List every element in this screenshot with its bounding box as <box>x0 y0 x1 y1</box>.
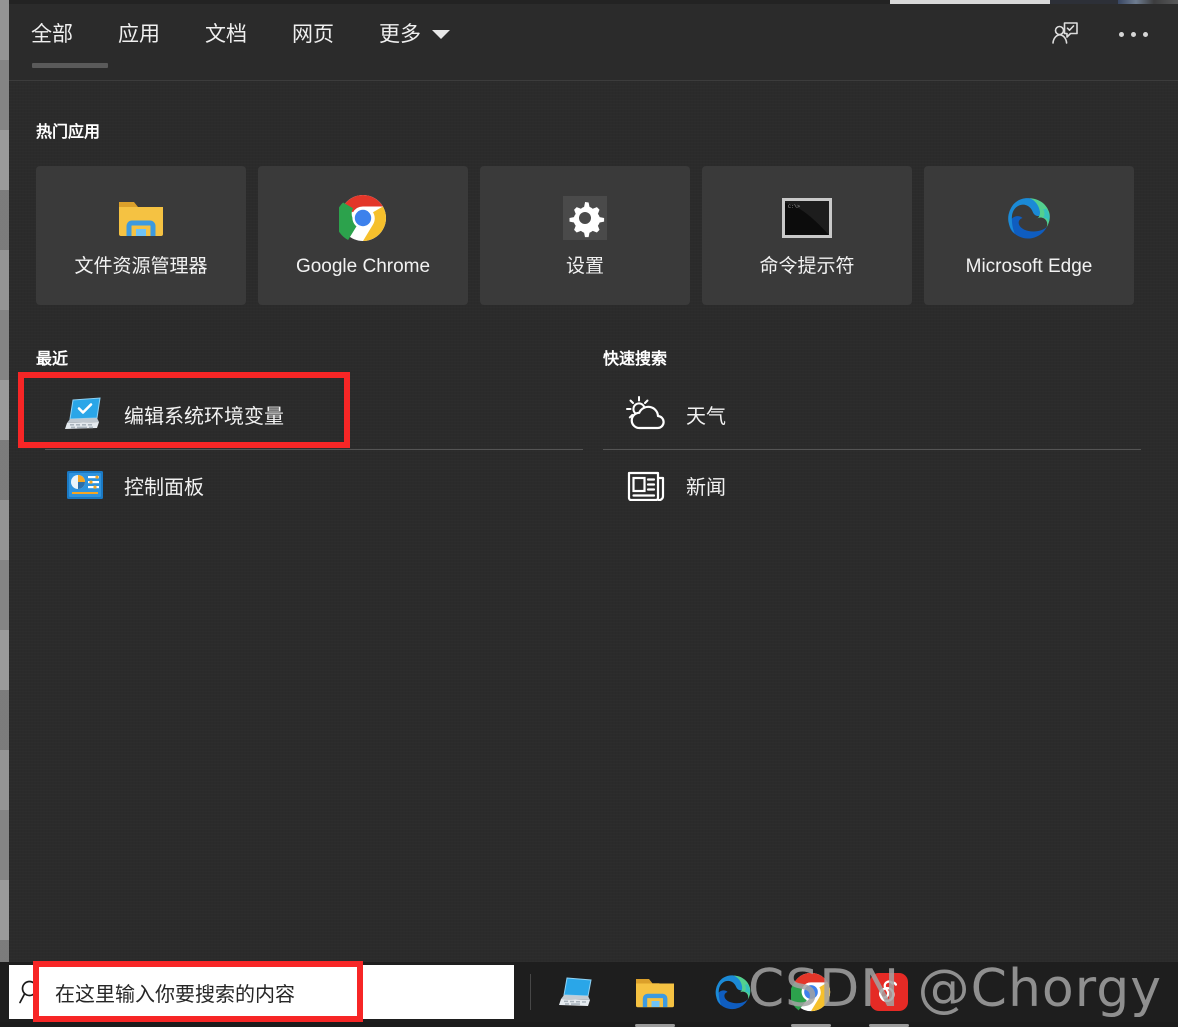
recent-item-edit-env-vars-label: 编辑系统环境变量 <box>124 405 284 428</box>
tab-apps[interactable]: 应用 <box>118 4 160 64</box>
weather-icon <box>625 395 669 433</box>
system-properties-icon <box>63 397 107 431</box>
tab-all-label: 全部 <box>31 22 73 46</box>
tile-microsoft-edge[interactable]: Microsoft Edge <box>924 166 1134 305</box>
quick-search-item-news[interactable]: 新闻 <box>603 454 1155 516</box>
tab-all[interactable]: 全部 <box>31 4 108 68</box>
quick-search-item-news-label: 新闻 <box>686 476 726 499</box>
recent-item-control-panel-label: 控制面板 <box>124 476 204 499</box>
search-header: 全部 应用 文档 网页 更多 <box>9 4 1178 81</box>
tab-more[interactable]: 更多 <box>379 4 450 64</box>
tile-file-explorer-label: 文件资源管理器 <box>74 256 208 278</box>
file-explorer-icon <box>116 193 166 243</box>
quick-search-section: 快速搜索 天气 新闻 <box>595 345 1155 516</box>
tile-file-explorer[interactable]: 文件资源管理器 <box>36 166 246 305</box>
taskbar-file-explorer-button[interactable] <box>634 971 676 1027</box>
top-apps-title: 热门应用 <box>36 124 101 141</box>
control-panel-icon <box>63 470 107 500</box>
news-icon <box>625 469 669 501</box>
chrome-icon <box>791 972 831 1012</box>
search-content: 热门应用 文件资源管理器 Google Chrome 设置 C:\> 命令提示符… <box>9 81 1178 516</box>
taskbar-icons <box>556 962 910 1027</box>
tab-web-label: 网页 <box>292 22 334 46</box>
edge-icon <box>715 975 751 1010</box>
edge-icon <box>1005 193 1053 243</box>
tab-more-label: 更多 <box>379 22 421 46</box>
recent-item-edit-env-vars[interactable]: 编辑系统环境变量 <box>36 383 595 445</box>
command-prompt-icon: C:\> <box>781 193 833 243</box>
recent-item-control-panel[interactable]: 控制面板 <box>36 454 595 516</box>
quick-search-title: 快速搜索 <box>603 351 668 368</box>
taskbar-separator <box>530 974 531 1010</box>
taskbar-netease-music-button[interactable] <box>868 971 910 1027</box>
more-options-button[interactable] <box>1116 17 1150 51</box>
task-view-icon <box>559 977 592 1006</box>
tab-documents-label: 文档 <box>205 22 247 46</box>
tab-apps-label: 应用 <box>118 22 160 46</box>
taskbar-edge-button[interactable] <box>712 971 754 1013</box>
tile-command-prompt[interactable]: C:\> 命令提示符 <box>702 166 912 305</box>
chrome-icon <box>339 193 387 243</box>
taskbar-task-view-button[interactable] <box>556 971 598 1013</box>
taskbar: 在这里输入你要搜索的内容 <box>0 962 1178 1027</box>
tile-google-chrome[interactable]: Google Chrome <box>258 166 468 305</box>
tab-documents[interactable]: 文档 <box>205 4 247 64</box>
chevron-down-icon <box>432 29 450 39</box>
taskbar-search-placeholder: 在这里输入你要搜索的内容 <box>55 983 295 1006</box>
file-explorer-icon <box>636 979 674 1008</box>
lower-columns: 最近 编辑系统环境变量 控制面板 快速搜索 天气 新闻 <box>9 305 1178 516</box>
more-options-icon <box>1118 31 1148 37</box>
feedback-button[interactable] <box>1048 17 1082 51</box>
header-actions <box>1048 4 1178 64</box>
tile-google-chrome-label: Google Chrome <box>295 256 431 278</box>
desktop-left-edge <box>0 0 9 1022</box>
top-apps-section: 热门应用 文件资源管理器 Google Chrome 设置 C:\> 命令提示符… <box>9 81 1178 305</box>
taskbar-chrome-button[interactable] <box>790 971 832 1027</box>
tile-microsoft-edge-label: Microsoft Edge <box>965 256 1093 278</box>
netease-music-icon <box>870 973 908 1011</box>
tile-settings[interactable]: 设置 <box>480 166 690 305</box>
quick-search-item-weather-label: 天气 <box>686 405 726 428</box>
tile-settings-label: 设置 <box>565 256 604 278</box>
desktop-left-edge-texture <box>0 0 9 1022</box>
taskbar-search-box[interactable]: 在这里输入你要搜索的内容 <box>9 965 514 1019</box>
svg-text:C:\>: C:\> <box>788 204 800 210</box>
recent-title: 最近 <box>36 351 69 368</box>
recent-section: 最近 编辑系统环境变量 控制面板 <box>9 345 595 516</box>
settings-gear-icon <box>561 193 609 243</box>
top-apps-tiles: 文件资源管理器 Google Chrome 设置 C:\> 命令提示符 Micr… <box>36 166 1178 305</box>
quick-search-divider <box>603 449 1141 450</box>
feedback-icon <box>1052 22 1078 44</box>
tab-web[interactable]: 网页 <box>292 4 334 64</box>
search-flyout-panel: 全部 应用 文档 网页 更多 热门应用 文件资源管理器 Google Chrom… <box>9 4 1178 962</box>
quick-search-item-weather[interactable]: 天气 <box>603 383 1155 445</box>
search-icon <box>9 978 55 1006</box>
search-tab-bar: 全部 应用 文档 网页 更多 <box>9 4 495 68</box>
recent-divider <box>45 449 583 450</box>
tile-command-prompt-label: 命令提示符 <box>759 256 855 278</box>
